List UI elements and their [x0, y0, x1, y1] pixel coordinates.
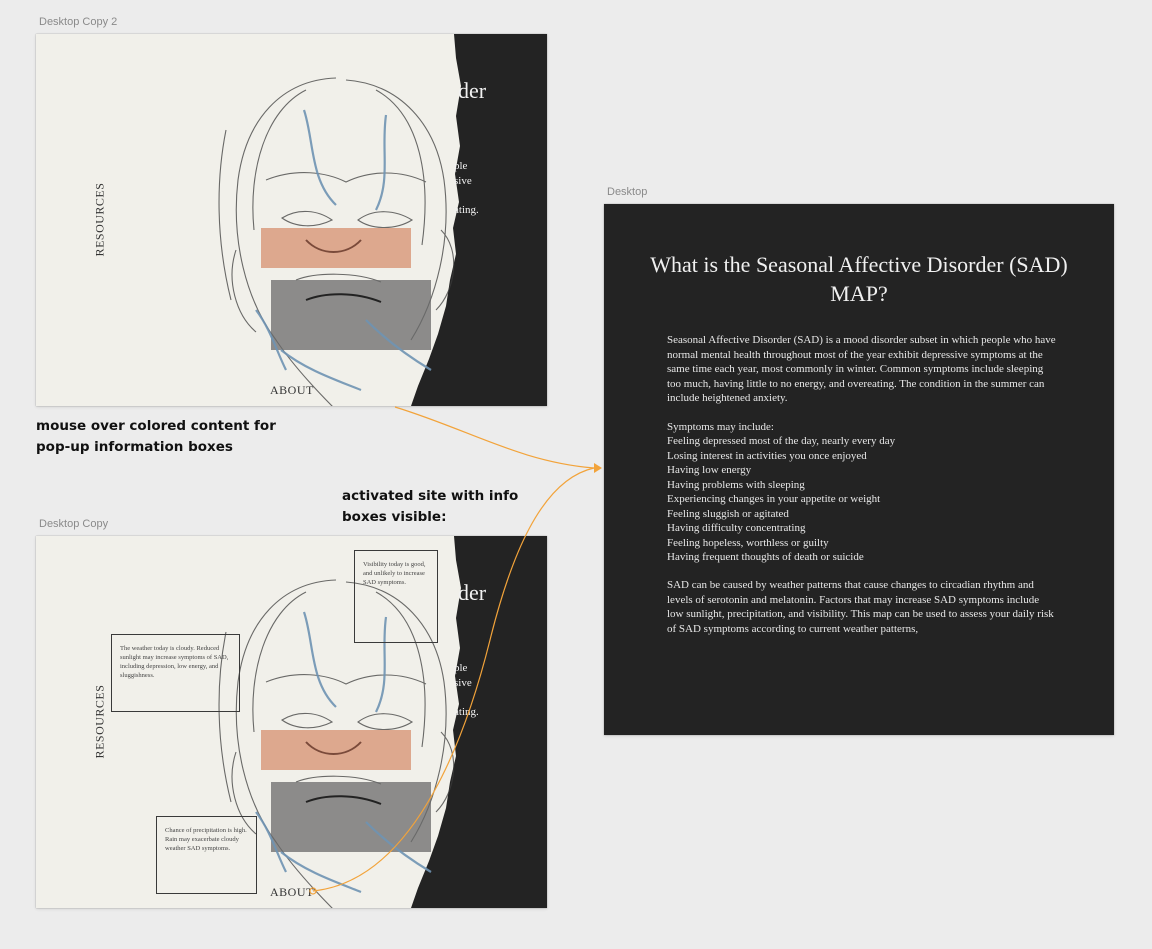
connector-top-to-desktop	[394, 406, 595, 469]
connector-bottom-to-desktop	[312, 467, 595, 892]
prototype-connectors	[309, 406, 602, 895]
connector-arrowhead	[594, 463, 602, 473]
